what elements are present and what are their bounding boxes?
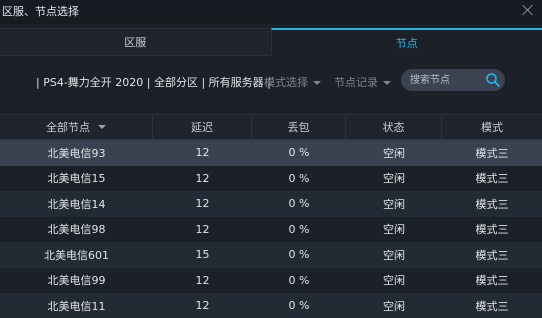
node-name: 北美电信601 [44,248,109,262]
header-packet-loss: 丢包 [252,115,346,139]
node-name: 北美电信14 [47,197,106,211]
header-mode: 模式 [481,121,503,134]
close-icon[interactable] [520,2,536,18]
mode-value: 模式三 [475,223,509,237]
title-bar: 区服、节点选择 [0,0,542,24]
status-value: 空闲 [383,248,405,262]
status-value: 空闲 [383,299,405,313]
mode-value: 模式三 [475,197,509,211]
node-record-dropdown[interactable]: 节点记录 [334,74,391,90]
table-row[interactable]: 北美电信601 15 0 % 空闲 模式三 [0,242,542,268]
search-box [401,69,505,91]
packet-loss-value: 0 % [288,273,310,287]
status-value: 空闲 [383,197,405,211]
search-input[interactable] [410,72,480,88]
header-all-nodes-label: 全部节点 [46,121,90,134]
chevron-down-icon [383,81,391,85]
toolbar: | PS4-舞力全开 2020 | 全部分区 | 所有服务器 | 模式选择 节点… [0,68,542,94]
header-all-nodes[interactable]: 全部节点 [0,115,153,139]
table-row[interactable]: 北美电信93 12 0 % 空闲 模式三 [0,140,542,166]
node-name: 北美电信15 [47,172,106,186]
packet-loss-value: 0 % [288,299,310,313]
tab-divider [0,55,271,56]
header-status: 状态 [346,115,442,139]
latency-value: 15 [195,248,210,262]
table-row[interactable]: 北美电信98 12 0 % 空闲 模式三 [0,216,542,242]
packet-loss-value: 0 % [288,222,310,236]
latency-value: 12 [195,299,210,313]
table-row[interactable]: 北美电信11 12 0 % 空闲 模式三 [0,293,542,318]
mode-select-dropdown[interactable]: 模式选择 [264,74,321,90]
search-icon[interactable] [485,72,501,88]
latency-value: 12 [195,146,210,160]
mode-value: 模式三 [475,146,509,160]
table-body: 北美电信93 12 0 % 空闲 模式三 北美电信15 12 0 % 空闲 模式… [0,140,542,318]
mode-select-label: 模式选择 [264,76,308,89]
status-value: 空闲 [383,146,405,160]
node-name: 北美电信99 [47,274,106,288]
mode-value: 模式三 [475,172,509,186]
mode-value: 模式三 [475,299,509,313]
node-record-label: 节点记录 [334,76,378,89]
table-header: 全部节点 延迟 丢包 状态 模式 [0,114,542,140]
table-row[interactable]: 北美电信15 12 0 % 空闲 模式三 [0,165,542,191]
tab-bar: 区服 节点 [0,28,542,55]
node-name: 北美电信98 [47,223,106,237]
window-title: 区服、节点选择 [2,5,79,18]
status-value: 空闲 [383,172,405,186]
packet-loss-value: 0 % [288,146,310,160]
packet-loss-value: 0 % [288,171,310,185]
node-name: 北美电信11 [47,299,106,313]
packet-loss-value: 0 % [288,248,310,262]
mode-value: 模式三 [475,248,509,262]
packet-loss-value: 0 % [288,197,310,211]
node-table: 全部节点 延迟 丢包 状态 模式 北美电信93 12 0 % 空闲 模式三 北美… [0,114,542,318]
status-value: 空闲 [383,223,405,237]
header-latency: 延迟 [153,115,252,139]
sort-down-icon [98,125,106,129]
status-value: 空闲 [383,274,405,288]
table-row[interactable]: 北美电信14 12 0 % 空闲 模式三 [0,191,542,217]
table-row[interactable]: 北美电信99 12 0 % 空闲 模式三 [0,267,542,293]
mode-value: 模式三 [475,274,509,288]
latency-value: 12 [195,222,210,236]
latency-value: 12 [195,197,210,211]
server-info-text: | PS4-舞力全开 2020 | 全部分区 | 所有服务器 | [36,76,271,89]
tab-server-zone[interactable]: 区服 [0,28,271,55]
tab-nodes[interactable]: 节点 [270,28,542,55]
chevron-down-icon [313,81,321,85]
latency-value: 12 [195,171,210,185]
latency-value: 12 [195,273,210,287]
node-name: 北美电信93 [47,146,106,160]
